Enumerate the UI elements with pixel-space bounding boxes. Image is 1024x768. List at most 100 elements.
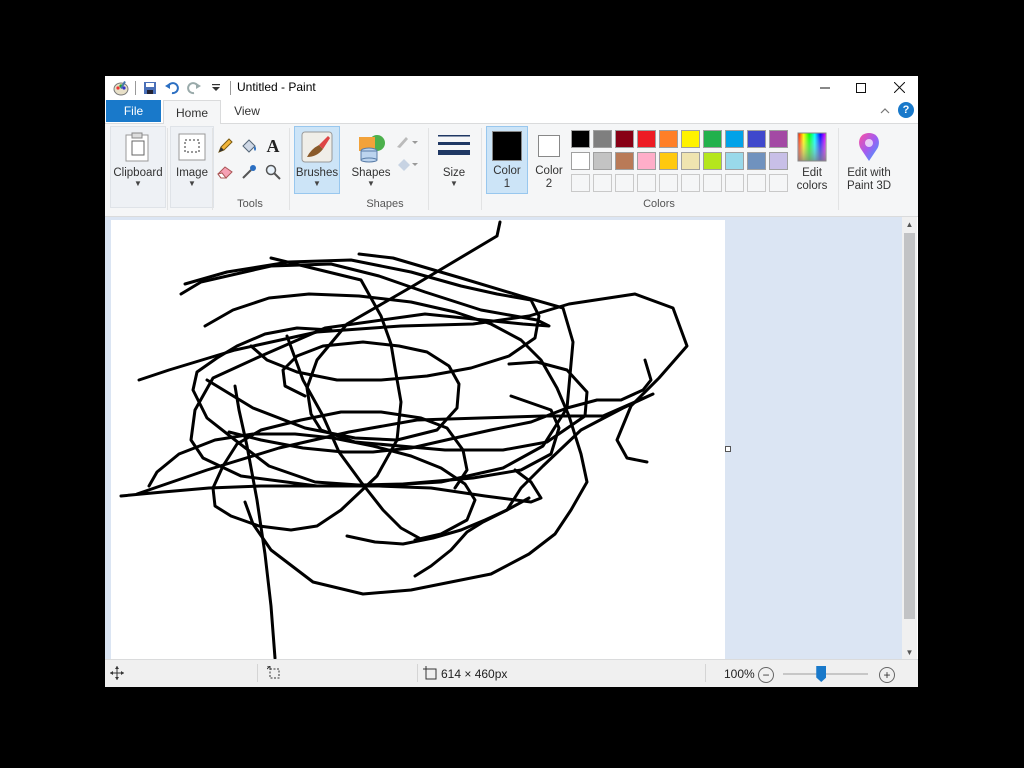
vertical-scrollbar[interactable]: ▲ ▼ bbox=[902, 217, 917, 659]
size-button[interactable]: Size ▼ bbox=[431, 126, 477, 194]
tab-view[interactable]: View bbox=[223, 100, 271, 122]
undo-icon[interactable] bbox=[164, 80, 180, 96]
palette-custom-slot[interactable] bbox=[703, 174, 722, 192]
select-icon bbox=[176, 131, 208, 163]
color2-swatch bbox=[538, 135, 560, 157]
text-tool-icon[interactable]: A bbox=[263, 136, 283, 156]
edit-colors-label: Edit colors bbox=[797, 167, 828, 193]
scroll-down-icon[interactable]: ▼ bbox=[902, 645, 917, 659]
ribbon-tabs: File Home View ? bbox=[105, 99, 918, 124]
close-icon bbox=[893, 82, 905, 93]
palette-color-swatch[interactable] bbox=[659, 152, 678, 170]
palette-color-swatch[interactable] bbox=[593, 152, 612, 170]
palette-color-swatch[interactable] bbox=[637, 152, 656, 170]
palette-color-swatch[interactable] bbox=[703, 152, 722, 170]
pencil-icon[interactable] bbox=[215, 136, 235, 156]
color2-button[interactable]: Color 2 bbox=[529, 126, 569, 194]
maximize-icon bbox=[856, 82, 866, 93]
title-bar: Untitled - Paint bbox=[105, 76, 918, 99]
fill-bucket-icon[interactable] bbox=[239, 136, 259, 156]
palette-color-swatch[interactable] bbox=[571, 130, 590, 148]
edit-colors-line2: colors bbox=[796, 180, 828, 192]
maximize-button[interactable] bbox=[843, 76, 879, 99]
palette-custom-slot[interactable] bbox=[571, 174, 590, 192]
minimize-button[interactable] bbox=[807, 76, 843, 99]
redo-icon[interactable] bbox=[186, 80, 202, 96]
palette-color-swatch[interactable] bbox=[725, 130, 744, 148]
palette-color-swatch[interactable] bbox=[769, 152, 788, 170]
scroll-up-icon[interactable]: ▲ bbox=[902, 217, 917, 231]
quick-access-toolbar bbox=[113, 80, 231, 96]
close-button[interactable] bbox=[881, 76, 917, 99]
image-button[interactable]: Image ▼ bbox=[170, 126, 214, 208]
edit-with-paint3d-button[interactable]: Edit with Paint 3D bbox=[841, 126, 897, 194]
collapse-ribbon-icon[interactable] bbox=[880, 104, 890, 118]
palette-color-swatch[interactable] bbox=[769, 130, 788, 148]
palette-color-swatch[interactable] bbox=[681, 152, 700, 170]
palette-custom-slot[interactable] bbox=[681, 174, 700, 192]
brushes-button[interactable]: Brushes ▼ bbox=[294, 126, 340, 194]
palette-color-swatch[interactable] bbox=[615, 130, 634, 148]
group-separator bbox=[838, 128, 839, 210]
zoom-out-button[interactable]: − bbox=[758, 667, 774, 683]
palette-color-swatch[interactable] bbox=[703, 130, 722, 148]
help-icon[interactable]: ? bbox=[898, 102, 914, 118]
canvas-resize-handle-right[interactable] bbox=[725, 446, 731, 452]
palette-custom-slot[interactable] bbox=[615, 174, 634, 192]
cursor-position-icon bbox=[110, 666, 124, 683]
qat-separator bbox=[135, 81, 136, 95]
palette-color-swatch[interactable] bbox=[681, 130, 700, 148]
color1-button[interactable]: Color 1 bbox=[486, 126, 528, 194]
color-picker-icon[interactable] bbox=[239, 162, 259, 182]
edit-colors-line1: Edit bbox=[802, 167, 822, 179]
clipboard-button[interactable]: Clipboard ▼ bbox=[110, 126, 166, 208]
palette-color-swatch[interactable] bbox=[725, 152, 744, 170]
edit-colors-button[interactable]: Edit colors bbox=[789, 126, 835, 194]
status-separator bbox=[417, 664, 418, 682]
group-separator bbox=[289, 128, 290, 210]
palette-color-swatch[interactable] bbox=[637, 130, 656, 148]
palette-custom-slot[interactable] bbox=[593, 174, 612, 192]
canvas-size-text: 614 × 460px bbox=[441, 667, 508, 681]
eraser-icon[interactable] bbox=[215, 162, 235, 182]
edit3d-line2: Paint 3D bbox=[846, 180, 892, 192]
outline-icon[interactable] bbox=[395, 132, 419, 152]
shapes-dropdown-icon: ▼ bbox=[367, 179, 375, 188]
scribble-drawing bbox=[119, 220, 689, 659]
customize-qat-icon[interactable] bbox=[208, 80, 224, 96]
palette-color-swatch[interactable] bbox=[593, 130, 612, 148]
palette-color-swatch[interactable] bbox=[659, 130, 678, 148]
brush-icon bbox=[301, 131, 333, 163]
tab-home[interactable]: Home bbox=[163, 100, 221, 124]
selection-size-icon bbox=[266, 665, 281, 683]
size-dropdown-icon: ▼ bbox=[450, 179, 458, 188]
palette-color-swatch[interactable] bbox=[747, 152, 766, 170]
palette-custom-slot[interactable] bbox=[637, 174, 656, 192]
drawing-canvas[interactable] bbox=[111, 220, 725, 659]
magnifier-icon[interactable] bbox=[263, 162, 283, 182]
paint-app-icon[interactable] bbox=[113, 80, 129, 96]
color1-label: Color 1 bbox=[493, 165, 520, 191]
palette-color-swatch[interactable] bbox=[615, 152, 634, 170]
zoom-slider-thumb[interactable] bbox=[816, 666, 827, 682]
color1-swatch bbox=[492, 131, 522, 161]
zoom-in-button[interactable]: + bbox=[879, 667, 895, 683]
palette-custom-slot[interactable] bbox=[769, 174, 788, 192]
palette-custom-slot[interactable] bbox=[725, 174, 744, 192]
scroll-thumb[interactable] bbox=[904, 233, 915, 619]
palette-custom-slot[interactable] bbox=[659, 174, 678, 192]
palette-custom-slot[interactable] bbox=[747, 174, 766, 192]
tab-file[interactable]: File bbox=[106, 100, 161, 122]
palette-color-swatch[interactable] bbox=[747, 130, 766, 148]
brushes-dropdown-icon: ▼ bbox=[313, 179, 321, 188]
size-icon bbox=[438, 131, 470, 163]
clipboard-icon bbox=[122, 131, 154, 163]
window-title: Untitled - Paint bbox=[237, 80, 316, 94]
paint3d-icon bbox=[853, 131, 885, 163]
fill-icon[interactable] bbox=[395, 154, 419, 174]
image-dropdown-icon: ▼ bbox=[188, 179, 196, 188]
clipboard-dropdown-icon: ▼ bbox=[134, 179, 142, 188]
save-icon[interactable] bbox=[142, 80, 158, 96]
shapes-button[interactable]: Shapes ▼ bbox=[347, 126, 395, 194]
palette-color-swatch[interactable] bbox=[571, 152, 590, 170]
